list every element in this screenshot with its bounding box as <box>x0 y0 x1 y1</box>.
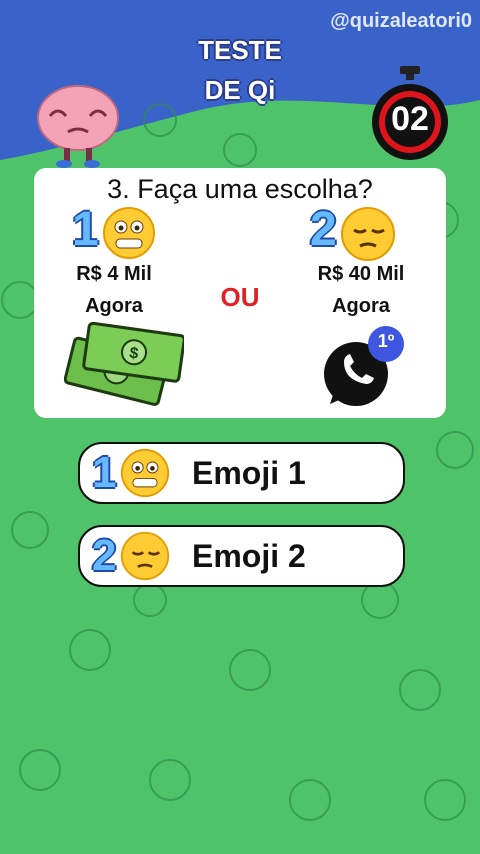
option-2-number: 2 <box>310 203 337 256</box>
option-1-price: R$ 4 Mil Agora <box>54 258 174 322</box>
brain-mascot-icon <box>37 85 119 168</box>
option-2-price-line2: Agora <box>332 295 390 317</box>
relieved-face-icon <box>341 207 395 261</box>
page-title: TESTE DE Qi <box>180 30 300 110</box>
money-bills-icon: $ <box>64 321 184 406</box>
notification-badge: 1º <box>377 331 395 351</box>
grimacing-face-icon <box>103 207 155 259</box>
option-2-price-line1: R$ 40 Mil <box>317 263 405 285</box>
answer-button-1[interactable]: 1 Emoji 1 <box>78 442 405 504</box>
option-2-price: R$ 40 Mil Agora <box>296 258 426 322</box>
title-line-2: DE Qi <box>204 75 276 105</box>
answer-button-2[interactable]: 2 Emoji 2 <box>78 525 405 587</box>
or-separator: OU <box>220 282 260 312</box>
option-1-price-line2: Agora <box>85 295 143 317</box>
answer-1-label: Emoji 1 <box>192 454 306 491</box>
answer-2-label: Emoji 2 <box>192 537 306 574</box>
grimacing-face-icon <box>120 448 170 498</box>
countdown-timer: 02 <box>391 100 429 138</box>
option-1-number: 1 <box>72 203 99 256</box>
relieved-face-icon <box>120 531 170 581</box>
answer-2-number: 2 <box>92 531 117 580</box>
option-1-price-line1: R$ 4 Mil <box>76 263 152 285</box>
question-card: 3. Faça uma escolha? 1 R$ 4 Mil Agora OU… <box>34 168 446 418</box>
title-line-1: TESTE <box>198 35 282 65</box>
channel-handle: @quizaleatori0 <box>330 10 472 32</box>
question-text: 3. Faça uma escolha? <box>107 174 373 204</box>
answer-1-number: 1 <box>92 448 117 497</box>
